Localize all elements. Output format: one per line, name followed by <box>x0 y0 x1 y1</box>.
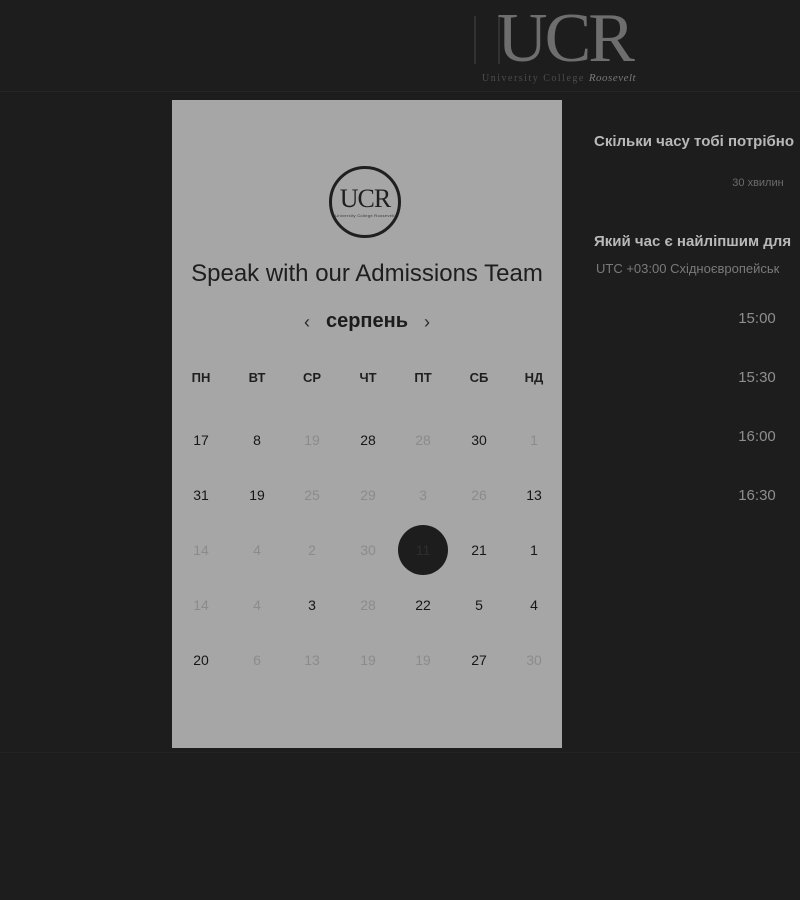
unavailable-day: 28 <box>360 597 376 613</box>
next-month-icon[interactable]: › <box>419 312 435 332</box>
available-day[interactable]: 3 <box>287 580 337 630</box>
month-navigation: ‹ серпень › <box>172 310 562 338</box>
card-logo-subtitle: University College Roosevelt <box>335 213 395 218</box>
unavailable-day: 13 <box>304 652 320 668</box>
unavailable-day: 26 <box>471 487 487 503</box>
time-slot[interactable]: 15:00 <box>722 310 792 327</box>
duration-question: Скільки часу тобі потрібно <box>594 133 794 150</box>
weekday-label: ПН <box>191 370 211 385</box>
card-logo: UCR University College Roosevelt <box>329 166 401 238</box>
timezone-label[interactable]: UTC +03:00 Східноєвропейськ <box>596 261 779 276</box>
logo-mark: UCR <box>497 0 635 77</box>
card-title: Speak with our Admissions Team <box>191 260 543 287</box>
available-day[interactable]: 22 <box>398 580 448 630</box>
card-logo-mark: UCR <box>339 184 391 213</box>
available-day[interactable]: 4 <box>509 580 559 630</box>
duration-option[interactable]: 30 хвилин <box>726 177 790 189</box>
available-day[interactable]: 31 <box>176 470 226 520</box>
unavailable-day: 28 <box>415 432 431 448</box>
ucr-header-logo: UCR University College Roosevelt <box>472 4 657 86</box>
time-slot[interactable]: 16:00 <box>722 428 792 445</box>
weekday-label: ПТ <box>414 370 432 385</box>
available-day[interactable]: 21 <box>454 525 504 575</box>
unavailable-day: 4 <box>253 597 261 613</box>
calendar-card: UCR University College Roosevelt Speak w… <box>172 100 562 748</box>
unavailable-day: 30 <box>526 652 542 668</box>
available-day[interactable]: 28 <box>343 415 393 465</box>
logo-subtitle: University College Roosevelt <box>482 72 662 84</box>
logo-subtitle-text: University College <box>482 73 585 84</box>
unavailable-day: 6 <box>253 652 261 668</box>
weekday-label: СР <box>302 370 322 385</box>
unavailable-day: 25 <box>304 487 320 503</box>
available-day[interactable]: 20 <box>176 635 226 685</box>
weekday-label: НД <box>524 370 544 385</box>
weekday-label: СБ <box>469 370 489 385</box>
unavailable-day: 14 <box>193 542 209 558</box>
unavailable-day: 19 <box>415 652 431 668</box>
unavailable-day: 4 <box>253 542 261 558</box>
available-day[interactable]: 5 <box>454 580 504 630</box>
available-day[interactable]: 27 <box>454 635 504 685</box>
unavailable-day: 19 <box>304 432 320 448</box>
available-day[interactable]: 8 <box>232 415 282 465</box>
available-day[interactable]: 17 <box>176 415 226 465</box>
time-slot[interactable]: 16:30 <box>722 487 792 504</box>
weekday-label: ВТ <box>248 370 266 385</box>
month-label: серпень <box>325 310 409 332</box>
unavailable-day: 14 <box>193 597 209 613</box>
available-day[interactable]: 30 <box>454 415 504 465</box>
logo-subtitle-script: Roosevelt <box>588 72 637 84</box>
unavailable-day: 30 <box>360 542 376 558</box>
available-day[interactable]: 19 <box>232 470 282 520</box>
unavailable-day: 19 <box>360 652 376 668</box>
time-slot[interactable]: 15:30 <box>722 369 792 386</box>
unavailable-day: 29 <box>360 487 376 503</box>
footer-divider <box>0 752 800 753</box>
available-day[interactable]: 1 <box>509 525 559 575</box>
unavailable-day: 3 <box>419 487 427 503</box>
selected-day: 11 <box>398 525 448 575</box>
unavailable-day: 2 <box>308 542 316 558</box>
available-day[interactable]: 13 <box>509 470 559 520</box>
header-divider <box>0 91 800 92</box>
time-question: Який час є найліпшим для <box>594 233 792 250</box>
weekday-label: ЧТ <box>359 370 377 385</box>
unavailable-day: 1 <box>530 432 538 448</box>
